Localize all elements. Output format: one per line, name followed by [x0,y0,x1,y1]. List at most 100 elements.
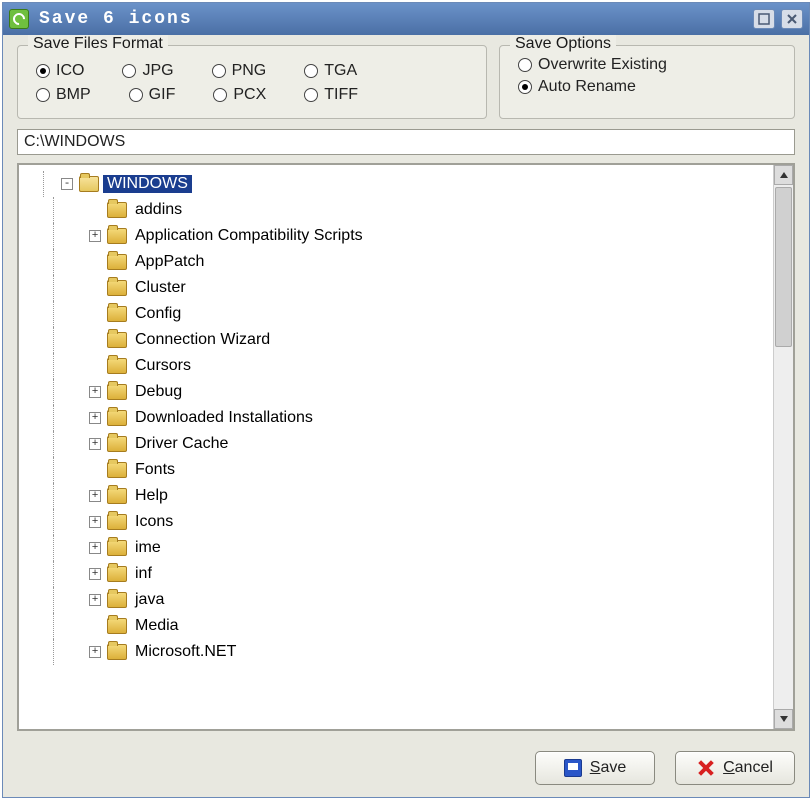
tree-node-label[interactable]: ime [131,539,165,557]
tree-node[interactable]: + Debug [89,379,771,405]
tree-node-label[interactable]: Application Compatibility Scripts [131,227,367,245]
folder-icon [107,332,127,348]
tree-node[interactable]: +Config [89,301,771,327]
tree-node[interactable]: + java [89,587,771,613]
tree-node[interactable]: +Cluster [89,275,771,301]
tree-node-label[interactable]: Media [131,617,183,635]
folder-icon [107,488,127,504]
tree-node[interactable]: +Fonts [89,457,771,483]
radio-label: TGA [324,62,357,80]
option-radio-auto-rename[interactable]: Auto Rename [518,78,780,96]
tree-node-label[interactable]: Fonts [131,461,179,479]
radio-icon [304,64,318,78]
folder-icon [107,280,127,296]
expand-toggle[interactable]: + [89,438,101,450]
expand-toggle[interactable]: + [89,386,101,398]
folder-icon [107,540,127,556]
chevron-down-icon [780,716,788,722]
folder-tree-panel: - WINDOWS +addins+Application Compatibil… [17,163,795,731]
radio-label: TIFF [324,86,358,104]
tree-node-label[interactable]: inf [131,565,156,583]
tree-node-label[interactable]: Connection Wizard [131,331,274,349]
format-radio-pcx[interactable]: PCX [213,86,266,104]
tree-node-label[interactable]: addins [131,201,186,219]
tree-node[interactable]: + ime [89,535,771,561]
save-button[interactable]: Save [535,751,655,785]
radio-label: Auto Rename [538,78,636,96]
tree-node[interactable]: +Media [89,613,771,639]
folder-icon [107,228,127,244]
tree-node[interactable]: +Cursors [89,353,771,379]
close-icon [786,13,798,25]
tree-node-label[interactable]: AppPatch [131,253,208,271]
tree-node-label[interactable]: Cursors [131,357,195,375]
scroll-up-button[interactable] [774,165,793,185]
cancel-button[interactable]: Cancel [675,751,795,785]
radio-icon [518,80,532,94]
format-radio-tiff[interactable]: TIFF [304,86,358,104]
tree-node-label[interactable]: Driver Cache [131,435,232,453]
tree-root-node[interactable]: - WINDOWS [61,171,771,197]
radio-label: Overwrite Existing [538,56,667,74]
tree-node[interactable]: + Microsoft.NET [89,639,771,665]
path-input[interactable]: C:\WINDOWS [17,129,795,155]
tree-node-label[interactable]: Downloaded Installations [131,409,317,427]
tree-node-label[interactable]: WINDOWS [103,175,192,193]
tree-node-label[interactable]: Config [131,305,185,323]
tree-node-label[interactable]: java [131,591,168,609]
format-radio-jpg[interactable]: JPG [122,62,173,80]
maximize-button[interactable] [753,9,775,29]
tree-node[interactable]: + Icons [89,509,771,535]
folder-icon [107,618,127,634]
tree-node[interactable]: +addins [89,197,771,223]
dialog-content: Save Files Format ICOJPGPNGTGA BMPGIFPCX… [3,35,809,741]
folder-icon [107,202,127,218]
tree-node[interactable]: + Driver Cache [89,431,771,457]
tree-node[interactable]: + inf [89,561,771,587]
format-radio-ico[interactable]: ICO [36,62,84,80]
scroll-thumb[interactable] [775,187,792,347]
options-group: Save Options Overwrite ExistingAuto Rena… [499,45,795,119]
vertical-scrollbar[interactable] [773,165,793,729]
tree-node-label[interactable]: Debug [131,383,186,401]
folder-icon [107,592,127,608]
tree-node[interactable]: +AppPatch [89,249,771,275]
save-icon [564,759,582,777]
tree-node[interactable]: + Application Compatibility Scripts [89,223,771,249]
tree-node-label[interactable]: Help [131,487,172,505]
folder-tree[interactable]: - WINDOWS +addins+Application Compatibil… [19,165,773,729]
folder-open-icon [79,176,99,192]
expand-toggle[interactable]: + [89,490,101,502]
expand-toggle[interactable]: + [89,516,101,528]
expand-toggle[interactable]: + [89,646,101,658]
option-radio-overwrite-existing[interactable]: Overwrite Existing [518,56,780,74]
format-radio-bmp[interactable]: BMP [36,86,91,104]
radio-icon [213,88,227,102]
titlebar[interactable]: Save 6 icons [3,3,809,35]
format-radio-png[interactable]: PNG [212,62,267,80]
tree-node[interactable]: +Connection Wizard [89,327,771,353]
tree-node[interactable]: + Help [89,483,771,509]
cancel-mnemonic: C [723,759,735,776]
tree-node-label[interactable]: Microsoft.NET [131,643,240,661]
expand-toggle[interactable]: + [89,230,101,242]
chevron-up-icon [780,172,788,178]
tree-node-label[interactable]: Cluster [131,279,190,297]
expand-toggle[interactable]: + [89,568,101,580]
radio-label: BMP [56,86,91,104]
expand-toggle[interactable]: + [89,412,101,424]
close-button[interactable] [781,9,803,29]
expand-toggle[interactable]: - [61,178,73,190]
radio-icon [122,64,136,78]
save-label-rest: ave [600,759,626,776]
format-radio-tga[interactable]: TGA [304,62,357,80]
scroll-down-button[interactable] [774,709,793,729]
tree-node-label[interactable]: Icons [131,513,177,531]
expand-toggle[interactable]: + [89,594,101,606]
tree-node[interactable]: + Downloaded Installations [89,405,771,431]
format-radio-gif[interactable]: GIF [129,86,176,104]
dialog-window: Save 6 icons Save Files Format ICOJPGPNG… [2,2,810,798]
expand-toggle[interactable]: + [89,542,101,554]
radio-icon [304,88,318,102]
radio-icon [36,88,50,102]
